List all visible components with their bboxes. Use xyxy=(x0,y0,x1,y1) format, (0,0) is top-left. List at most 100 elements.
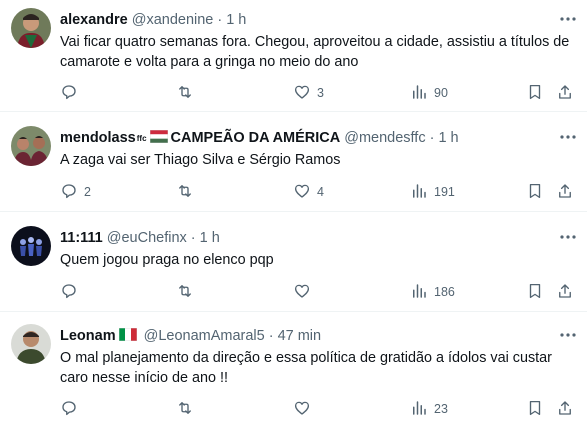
more-options-icon[interactable] xyxy=(559,326,577,344)
reply-icon xyxy=(60,282,78,303)
reply-button[interactable] xyxy=(60,281,84,303)
share-icon xyxy=(556,399,574,420)
heart-icon xyxy=(293,83,311,104)
views-chart-icon xyxy=(410,399,428,420)
view-count: 23 xyxy=(434,402,448,416)
tweet[interactable]: 11:111 @euChefinx · 1 h Quem jogou praga… xyxy=(0,212,587,312)
more-options-icon[interactable] xyxy=(559,10,577,28)
repost-icon xyxy=(176,182,194,203)
avatar[interactable] xyxy=(11,8,51,48)
like-button[interactable] xyxy=(293,281,317,303)
tweet-text: O mal planejamento da direção e essa pol… xyxy=(60,350,552,386)
display-name-suffix[interactable]: CAMPEÃO DA AMÉRICA xyxy=(171,130,341,146)
tweet-header: 11:111 @euChefinx · 1 h xyxy=(60,228,577,248)
bookmark-button[interactable] xyxy=(526,398,544,420)
tweet-text: Vai ficar quatro semanas fora. Chegou, a… xyxy=(60,34,570,70)
repost-icon xyxy=(176,83,194,104)
heart-icon xyxy=(293,282,311,303)
views-chart-icon xyxy=(410,83,428,104)
views-chart-icon xyxy=(410,282,428,303)
avatar[interactable] xyxy=(11,324,51,364)
separator: · xyxy=(190,230,196,246)
like-count: 3 xyxy=(317,86,324,100)
separator: · xyxy=(217,12,223,28)
timestamp[interactable]: 1 h xyxy=(226,12,246,28)
action-bar: 3 90 xyxy=(60,82,579,104)
bookmark-icon xyxy=(526,399,544,420)
bookmark-button[interactable] xyxy=(526,181,544,203)
reply-button[interactable] xyxy=(60,82,84,104)
views-button[interactable]: 90 xyxy=(410,82,448,104)
repost-button[interactable] xyxy=(176,82,200,104)
tweet-text: Quem jogou praga no elenco pqp xyxy=(60,252,274,268)
like-button[interactable]: 3 xyxy=(293,82,324,104)
handle[interactable]: @LeonamAmaral5 xyxy=(144,328,265,344)
share-button[interactable] xyxy=(556,281,574,303)
action-bar: 186 xyxy=(60,281,579,303)
like-button[interactable] xyxy=(293,398,317,420)
handle[interactable]: @mendesffc xyxy=(344,130,425,146)
separator: · xyxy=(429,130,435,146)
display-name[interactable]: 11:111 xyxy=(60,230,103,246)
action-bar: 23 xyxy=(60,398,579,420)
display-name[interactable]: Leonam xyxy=(60,328,116,344)
like-count: 4 xyxy=(317,185,324,199)
tweet-header: alexandre @xandenine · 1 h xyxy=(60,10,577,30)
views-button[interactable]: 186 xyxy=(410,281,455,303)
reply-icon xyxy=(60,399,78,420)
share-button[interactable] xyxy=(556,181,574,203)
bookmark-icon xyxy=(526,282,544,303)
tweet[interactable]: alexandre @xandenine · 1 h Vai ficar qua… xyxy=(0,0,587,112)
separator: · xyxy=(268,328,274,344)
display-name-superscript: ffc xyxy=(136,133,147,143)
share-icon xyxy=(556,83,574,104)
view-count: 186 xyxy=(434,285,455,299)
like-button[interactable]: 4 xyxy=(293,181,324,203)
more-options-icon[interactable] xyxy=(559,128,577,146)
repost-button[interactable] xyxy=(176,281,200,303)
action-bar: 2 4 191 xyxy=(60,181,579,203)
heart-icon xyxy=(293,399,311,420)
repost-icon xyxy=(176,282,194,303)
bookmark-button[interactable] xyxy=(526,82,544,104)
share-icon xyxy=(556,282,574,303)
repost-button[interactable] xyxy=(176,398,200,420)
repost-icon xyxy=(176,399,194,420)
bookmark-button[interactable] xyxy=(526,281,544,303)
reply-feed: alexandre @xandenine · 1 h Vai ficar qua… xyxy=(0,0,587,430)
tweet[interactable]: mendolass ffc CAMPEÃO DA AMÉRICA @mendes… xyxy=(0,112,587,212)
handle[interactable]: @euChefinx xyxy=(107,230,187,246)
reply-icon xyxy=(60,83,78,104)
display-name[interactable]: mendolass xyxy=(60,130,136,146)
display-name[interactable]: alexandre xyxy=(60,12,128,28)
timestamp[interactable]: 1 h xyxy=(200,230,220,246)
reply-icon xyxy=(60,182,78,203)
bookmark-icon xyxy=(526,83,544,104)
more-options-icon[interactable] xyxy=(559,228,577,246)
views-chart-icon xyxy=(410,182,428,203)
share-icon xyxy=(556,182,574,203)
reply-count: 2 xyxy=(84,185,91,199)
tweet-header: mendolass ffc CAMPEÃO DA AMÉRICA @mendes… xyxy=(60,128,577,148)
tweet[interactable]: Leonam @LeonamAmaral5 · 47 min O mal pla… xyxy=(0,312,587,430)
views-button[interactable]: 23 xyxy=(410,398,448,420)
italy-flag-icon xyxy=(118,327,137,345)
handle[interactable]: @xandenine xyxy=(132,12,214,28)
reply-button[interactable]: 2 xyxy=(60,181,91,203)
tweet-header: Leonam @LeonamAmaral5 · 47 min xyxy=(60,326,577,346)
view-count: 191 xyxy=(434,185,455,199)
hungary-flag-icon xyxy=(149,129,168,147)
timestamp[interactable]: 1 h xyxy=(438,130,458,146)
repost-button[interactable] xyxy=(176,181,200,203)
tweet-text: A zaga vai ser Thiago Silva e Sérgio Ram… xyxy=(60,152,341,168)
reply-button[interactable] xyxy=(60,398,84,420)
views-button[interactable]: 191 xyxy=(410,181,455,203)
avatar[interactable] xyxy=(11,126,51,166)
bookmark-icon xyxy=(526,182,544,203)
avatar[interactable] xyxy=(11,226,51,266)
heart-icon xyxy=(293,182,311,203)
share-button[interactable] xyxy=(556,398,574,420)
share-button[interactable] xyxy=(556,82,574,104)
view-count: 90 xyxy=(434,86,448,100)
timestamp[interactable]: 47 min xyxy=(278,328,322,344)
